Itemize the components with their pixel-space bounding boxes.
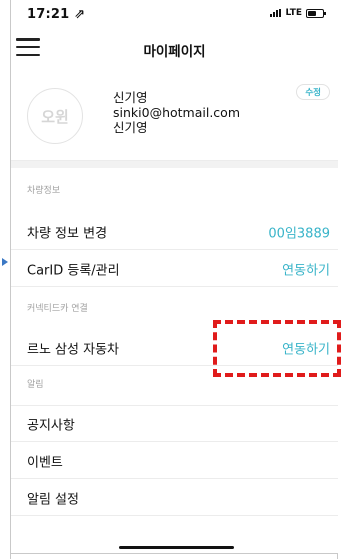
row-label: 공지사항	[27, 418, 75, 433]
status-indicators: LTE	[270, 8, 326, 18]
avatar: 오윈	[27, 88, 83, 144]
row-label: 이벤트	[27, 455, 63, 470]
row-event[interactable]: 이벤트	[11, 443, 338, 479]
signal-icon	[270, 9, 282, 17]
status-bar: 17:21 ⇗ LTE	[11, 0, 338, 28]
page-title: 마이페이지	[143, 44, 206, 60]
row-notice[interactable]: 공지사항	[11, 406, 338, 442]
profile-nickname: 신기영	[113, 120, 148, 135]
nav-bar: 마이페이지	[11, 30, 338, 66]
renault-link-button[interactable]: 연동하기	[282, 338, 330, 357]
section-header-alerts: 알림	[27, 380, 44, 390]
battery-icon	[306, 8, 326, 18]
profile-email: sinki0@hotmail.com	[113, 105, 240, 120]
status-time: 17:21 ⇗	[27, 7, 86, 22]
row-vehicle-info-change[interactable]: 차량 정보 변경 00임3889	[11, 214, 338, 250]
section-header-connected-car: 커넥티드카 연결	[27, 304, 88, 314]
row-label: CarID 등록/관리	[27, 263, 120, 278]
pointer-arrow-icon	[2, 258, 8, 266]
edit-profile-button[interactable]: 수정	[296, 84, 330, 100]
row-renault-samsung[interactable]: 르노 삼성 자동차 연동하기	[11, 330, 338, 366]
carid-link-button[interactable]: 연동하기	[282, 259, 330, 278]
row-label: 차량 정보 변경	[27, 226, 108, 241]
section-divider	[11, 160, 338, 168]
profile-name: 신기영	[113, 90, 148, 105]
row-label: 알림 설정	[27, 492, 79, 507]
vehicle-plate-value[interactable]: 00임3889	[268, 222, 330, 241]
profile-info: 신기영 sinki0@hotmail.com 신기영	[113, 90, 240, 135]
row-label: 르노 삼성 자동차	[27, 342, 119, 357]
row-carid-management[interactable]: CarID 등록/관리 연동하기	[11, 251, 338, 287]
section-header-vehicle: 차량정보	[27, 186, 61, 196]
row-alarm-settings[interactable]: 알림 설정	[11, 480, 338, 516]
frame-bottom-border	[10, 553, 338, 554]
phone-screen: 17:21 ⇗ LTE 마이페이지 오윈 신기영 sinki0@hotmail.…	[11, 0, 341, 553]
profile-card: 오윈 신기영 sinki0@hotmail.com 신기영 수정	[11, 72, 338, 158]
network-label: LTE	[285, 8, 302, 18]
home-indicator[interactable]	[119, 546, 234, 549]
